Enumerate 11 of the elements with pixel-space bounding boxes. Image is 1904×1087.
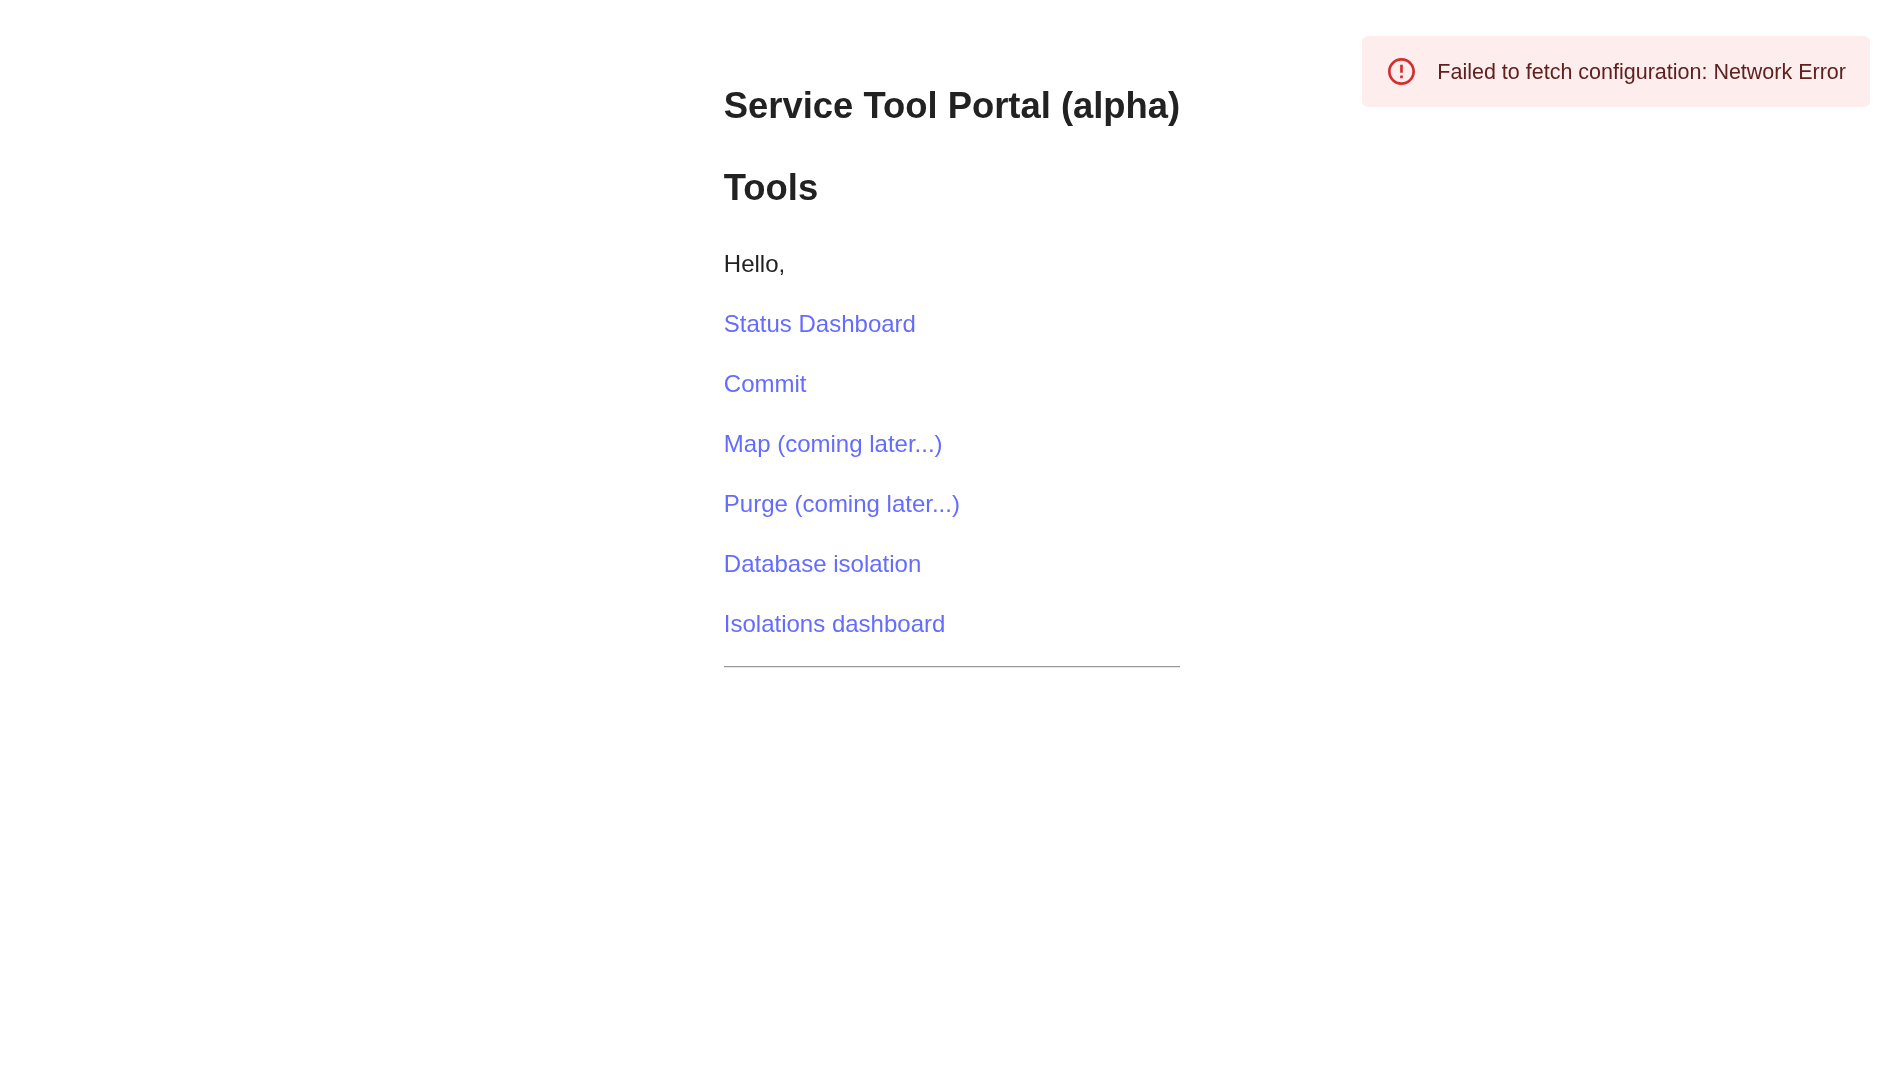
tool-link[interactable]: Purge (coming later...) <box>723 486 960 522</box>
section-heading: Tools <box>723 166 819 210</box>
tool-link[interactable]: Isolations dashboard <box>723 606 946 642</box>
tool-link[interactable]: Database isolation <box>723 546 922 582</box>
tool-link[interactable]: Commit <box>723 366 807 402</box>
tool-link[interactable]: Map (coming later...) <box>723 426 943 462</box>
error-icon <box>1388 58 1416 85</box>
alert-message: Failed to fetch configuration: Network Error <box>1437 58 1846 86</box>
page-title: Service Tool Portal (alpha) <box>723 84 1181 128</box>
greeting-text: Hello, <box>723 249 786 279</box>
tool-link[interactable]: Status Dashboard <box>723 306 916 342</box>
